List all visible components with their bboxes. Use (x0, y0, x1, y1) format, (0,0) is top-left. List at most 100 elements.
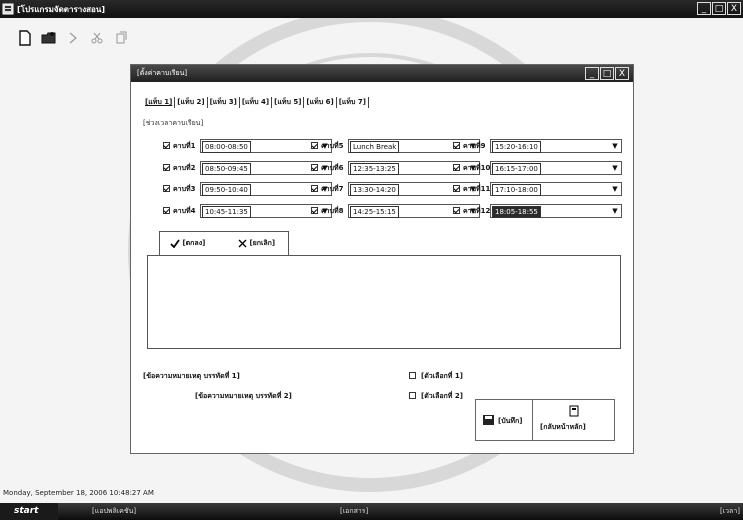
period-5-time-select[interactable]: Lunch Break ▼ (348, 139, 480, 153)
period-7-time-select[interactable]: 13:30-14:20 ▼ (348, 182, 480, 196)
tab-3[interactable]: [แท็บ 3] (208, 97, 240, 108)
period-3-checkbox[interactable] (163, 185, 170, 192)
minimize-button[interactable]: _ (697, 2, 711, 15)
start-button[interactable]: start (0, 503, 58, 520)
dialog-close-button[interactable]: X (615, 67, 629, 80)
exit-door-icon (569, 405, 579, 417)
period-8-checkbox[interactable] (311, 207, 318, 214)
confirm-label: [ตกลง] (182, 239, 206, 247)
period-4-checkbox[interactable] (163, 207, 170, 214)
period-5-label: คาบที่5 (321, 142, 344, 150)
button-divider (532, 400, 533, 440)
bottom-button-group: [บันทึก] [กลับหน้าหลัก] (475, 399, 615, 441)
period-10-time-select[interactable]: 16:15-17:00 ▼ (490, 161, 622, 175)
period-5-checkbox[interactable] (311, 142, 318, 149)
taskbar: start [แอปพลิเคชัน] [เอกสาร] [เวลา] (0, 503, 743, 520)
period-2-label: คาบที่2 (173, 164, 196, 172)
taskbar-item-2[interactable]: [เอกสาร] (340, 504, 368, 519)
save-button[interactable]: [บันทึก] (476, 400, 530, 440)
period-2-checkbox[interactable] (163, 164, 170, 171)
dialog-title: [ตั้งค่าคาบเรียน] (137, 69, 188, 77)
period-12-time-value: 18:05-18:55 (492, 206, 541, 218)
period-7-checkbox[interactable] (311, 185, 318, 192)
chevron-down-icon[interactable]: ▼ (609, 162, 621, 174)
tab-5[interactable]: [แท็บ 5] (272, 97, 305, 108)
maximize-button[interactable]: □ (712, 2, 726, 15)
tab-1[interactable]: [แท็บ 1] (143, 97, 176, 108)
system-tray: [เวลา] (623, 503, 743, 520)
back-label: [กลับหน้าหลัก] (540, 423, 586, 431)
cut-icon[interactable] (89, 30, 105, 46)
back-to-main-button[interactable]: [กลับหน้าหลัก] (534, 400, 614, 440)
start-label: start (14, 506, 39, 516)
period-7-time-value: 13:30-14:20 (350, 184, 399, 196)
cancel-button[interactable]: [ยกเลิก] (238, 238, 275, 249)
period-1-checkbox[interactable] (163, 142, 170, 149)
periods-group-label: [ช่วงเวลาคาบเรียน] (143, 119, 204, 127)
dialog-tabs: [แท็บ 1] [แท็บ 2] [แท็บ 3] [แท็บ 4] [แท็บ 5]… (143, 97, 369, 109)
action-bar: [ตกลง] [ยกเลิก] (159, 231, 289, 255)
period-4-time-value: 10:45-11:35 (202, 206, 251, 218)
status-datetime: Monday, September 18, 2006 10:48:27 AM (3, 489, 154, 497)
chevron-down-icon[interactable]: ▼ (609, 205, 621, 217)
tab-4[interactable]: [แท็บ 4] (240, 97, 273, 108)
option-2-checkbox[interactable] (409, 392, 416, 399)
period-12-label: คาบที่12 (463, 207, 491, 215)
taskbar-item-1[interactable]: [แอปพลิเคชัน] (92, 504, 136, 519)
period-7-label: คาบที่7 (321, 185, 344, 193)
period-4-label: คาบที่4 (173, 207, 196, 215)
toolbar (0, 19, 743, 57)
main-title-bar: [โปรแกรมจัดตารางสอน] _ □ X (0, 0, 743, 18)
period-12-time-select[interactable]: 18:05-18:55 ▼ (490, 204, 622, 218)
period-9-checkbox[interactable] (453, 142, 460, 149)
period-8-time-value: 14:25-15:15 (350, 206, 399, 218)
chevron-down-icon[interactable]: ▼ (609, 140, 621, 152)
period-settings-dialog: [ตั้งค่าคาบเรียน] _ □ X [แท็บ 1] [แท็บ 2]… (130, 64, 634, 454)
new-document-icon[interactable] (17, 30, 33, 46)
option-1-checkbox[interactable] (409, 372, 416, 379)
save-label: [บันทึก] (498, 417, 523, 425)
confirm-button[interactable]: [ตกลง] (170, 238, 205, 249)
open-folder-icon[interactable] (41, 30, 57, 46)
tab-6[interactable]: [แท็บ 6] (304, 97, 337, 108)
chevron-down-icon[interactable]: ▼ (609, 183, 621, 195)
app-icon (2, 3, 14, 15)
period-11-label: คาบที่11 (463, 185, 491, 193)
period-6-label: คาบที่6 (321, 164, 344, 172)
period-10-time-value: 16:15-17:00 (492, 163, 541, 175)
cancel-label: [ยกเลิก] (249, 239, 276, 247)
content-area (147, 255, 621, 349)
period-6-time-value: 12:35-13:25 (350, 163, 399, 175)
tray-clock: [เวลา] (719, 507, 740, 515)
period-11-checkbox[interactable] (453, 185, 460, 192)
period-1-label: คาบที่1 (173, 142, 196, 150)
period-10-checkbox[interactable] (453, 164, 460, 171)
option-2-label: [ตัวเลือกที่ 2] (421, 392, 463, 400)
period-11-time-value: 17:10-18:00 (492, 184, 541, 196)
period-2-time-value: 08:50-09:45 (202, 163, 251, 175)
period-5-time-value: Lunch Break (350, 141, 400, 153)
period-9-time-select[interactable]: 15:20-16:10 ▼ (490, 139, 622, 153)
close-button[interactable]: X (727, 2, 741, 15)
period-8-time-select[interactable]: 14:25-15:15 ▼ (348, 204, 480, 218)
period-12-checkbox[interactable] (453, 207, 460, 214)
dialog-title-bar: [ตั้งค่าคาบเรียน] _ □ X (131, 65, 633, 82)
arrow-icon[interactable] (65, 30, 81, 46)
period-6-time-select[interactable]: 12:35-13:25 ▼ (348, 161, 480, 175)
save-disk-icon (483, 415, 494, 425)
note-line-2: [ข้อความหมายเหตุ บรรทัดที่ 2] (195, 392, 292, 400)
app-title: [โปรแกรมจัดตารางสอน] (17, 5, 105, 14)
dialog-minimize-button[interactable]: _ (585, 67, 599, 80)
tab-7[interactable]: [แท็บ 7] (337, 97, 369, 108)
period-3-time-value: 09:50-10:40 (202, 184, 251, 196)
copy-icon[interactable] (113, 30, 129, 46)
tab-2[interactable]: [แท็บ 2] (175, 97, 208, 108)
cancel-x-icon (238, 239, 247, 247)
period-9-label: คาบที่9 (463, 142, 486, 150)
period-10-label: คาบที่10 (463, 164, 491, 172)
period-11-time-select[interactable]: 17:10-18:00 ▼ (490, 182, 622, 196)
period-6-checkbox[interactable] (311, 164, 318, 171)
note-line-1: [ข้อความหมายเหตุ บรรทัดที่ 1] (143, 372, 240, 380)
dialog-maximize-button[interactable]: □ (600, 67, 614, 80)
period-1-time-value: 08:00-08:50 (202, 141, 251, 153)
